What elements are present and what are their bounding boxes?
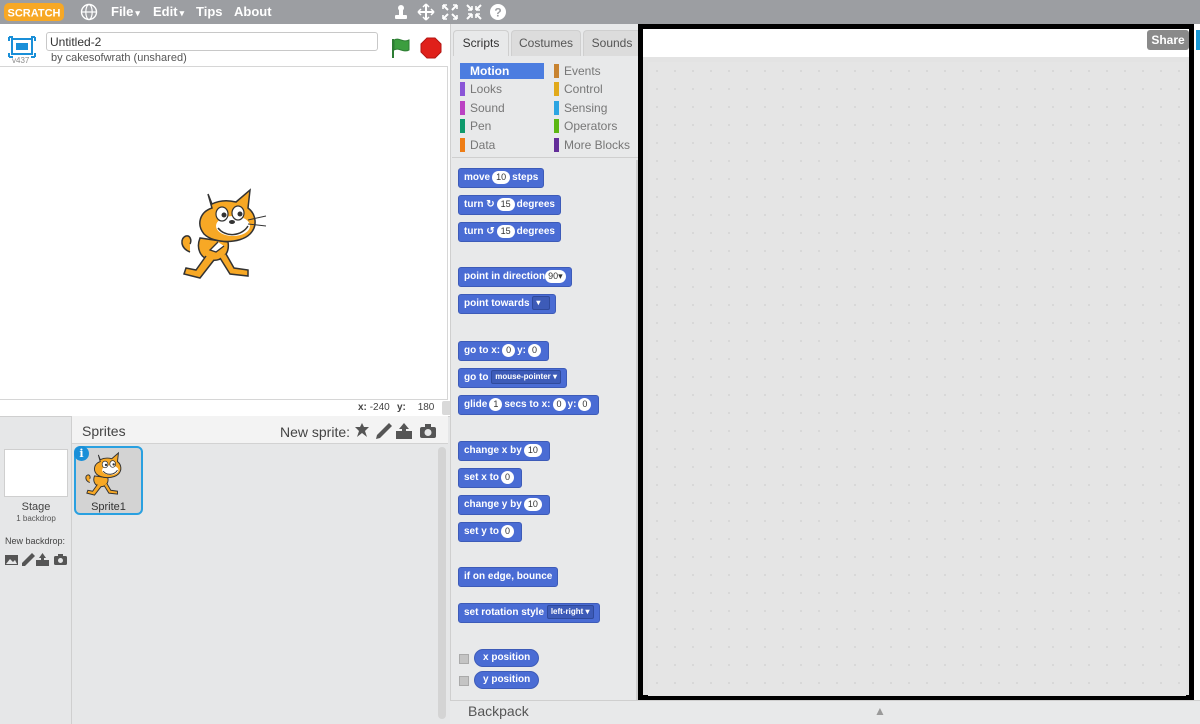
- menu-about[interactable]: About: [234, 4, 272, 20]
- upload-backdrop-icon[interactable]: [35, 552, 50, 567]
- category-looks[interactable]: Looks: [460, 81, 502, 97]
- block-point-towards[interactable]: point towards ▾: [458, 294, 557, 314]
- language-globe-icon[interactable]: [80, 3, 98, 21]
- block-change-y[interactable]: change y by 10: [458, 495, 550, 515]
- project-title-input[interactable]: [46, 32, 378, 51]
- tab-sounds[interactable]: Sounds: [583, 30, 641, 56]
- version-label: v437: [12, 56, 30, 65]
- category-data[interactable]: Data: [460, 137, 495, 153]
- category-events[interactable]: Events: [554, 63, 601, 79]
- camera-backdrop-icon[interactable]: [53, 552, 68, 567]
- reporter-y-position[interactable]: y position: [474, 671, 540, 689]
- block-change-x[interactable]: change x by 10: [458, 441, 550, 461]
- paint-new-sprite-icon[interactable]: [374, 421, 394, 441]
- upload-sprite-icon[interactable]: [394, 421, 414, 441]
- stage-column-header: [0, 417, 72, 444]
- grow-icon[interactable]: [441, 3, 459, 21]
- shrink-icon[interactable]: [465, 3, 483, 21]
- help-icon[interactable]: ?: [489, 3, 507, 21]
- stage-thumbnail[interactable]: [4, 449, 68, 497]
- backdrop-library-icon[interactable]: [4, 552, 19, 567]
- block-point-in-direction[interactable]: point in direction 90▾: [458, 267, 572, 287]
- x-position-checkbox[interactable]: [459, 654, 469, 664]
- sprite1-thumbnail: [84, 450, 128, 498]
- duplicate-stamp-icon[interactable]: [392, 3, 410, 21]
- block-turn-counterclockwise[interactable]: turn ↺ 15 degrees: [458, 222, 561, 242]
- paint-backdrop-icon[interactable]: [21, 552, 36, 567]
- new-sprite-label: New sprite:: [280, 424, 351, 440]
- stage-x-coordinate: x: -240: [358, 402, 390, 413]
- block-set-y[interactable]: set y to 0: [458, 522, 523, 542]
- stage-y-coordinate: y: 180: [397, 402, 435, 413]
- tab-costumes[interactable]: Costumes: [511, 30, 581, 56]
- menu-file[interactable]: File ▾: [111, 4, 140, 21]
- script-canvas[interactable]: [648, 62, 1186, 696]
- script-canvas-toolbar: [643, 29, 1189, 57]
- cut-scissors-icon[interactable]: [417, 3, 435, 21]
- sprite-library-icon[interactable]: [352, 421, 372, 441]
- block-set-x[interactable]: set x to 0: [458, 468, 523, 488]
- block-glide[interactable]: glide 1 secs to x: 0 y: 0: [458, 395, 600, 415]
- new-backdrop-label: New backdrop:: [5, 536, 66, 546]
- category-sensing[interactable]: Sensing: [554, 100, 607, 116]
- stop-sign-icon[interactable]: [420, 37, 442, 59]
- logo-text: SCRATCH: [8, 8, 61, 20]
- sprites-title: Sprites: [82, 423, 126, 439]
- block-move-steps[interactable]: move 10 steps: [458, 168, 545, 188]
- block-go-to-xy[interactable]: go to x: 0 y: 0: [458, 341, 550, 361]
- project-byline: by cakesofwrath (unshared): [51, 52, 187, 64]
- menu-tips[interactable]: Tips: [196, 4, 223, 20]
- sprite-list-scrollbar[interactable]: [438, 447, 446, 719]
- scratch-logo[interactable]: SCRATCH: [4, 2, 64, 22]
- block-if-on-edge-bounce[interactable]: if on edge, bounce: [458, 567, 559, 587]
- svg-text:?: ?: [494, 6, 501, 20]
- share-button[interactable]: Share: [1147, 30, 1189, 50]
- y-position-checkbox[interactable]: [459, 676, 469, 686]
- backpack-label: Backpack: [468, 703, 529, 719]
- category-operators[interactable]: Operators: [554, 118, 617, 134]
- reporter-x-position[interactable]: x position: [474, 649, 540, 667]
- category-control[interactable]: Control: [554, 81, 603, 97]
- category-sound[interactable]: Sound: [460, 100, 505, 116]
- cat-sprite-on-stage[interactable]: [178, 186, 270, 282]
- backdrop-count: 1 backdrop: [16, 514, 56, 523]
- rotate-clockwise-icon: ↻: [486, 199, 495, 210]
- menu-edit[interactable]: Edit ▾: [153, 4, 184, 21]
- fullscreen-toggle-icon[interactable]: [8, 36, 36, 58]
- stage-label: Stage: [21, 501, 51, 513]
- sprite1-name: Sprite1: [91, 501, 126, 513]
- backpack-expand-icon[interactable]: ▲: [874, 704, 886, 718]
- category-motion[interactable]: Motion: [460, 63, 544, 79]
- see-project-page-button-edge[interactable]: [1196, 30, 1200, 50]
- block-turn-clockwise[interactable]: turn ↻ 15 degrees: [458, 195, 561, 215]
- block-go-to[interactable]: go to mouse-pointer ▾: [458, 368, 568, 388]
- category-more-blocks[interactable]: More Blocks: [554, 137, 630, 153]
- backpack-bar[interactable]: [450, 700, 1200, 724]
- category-pen[interactable]: Pen: [460, 118, 491, 134]
- rotate-counterclockwise-icon: ↺: [486, 226, 495, 237]
- tab-scripts[interactable]: Scripts: [453, 30, 509, 56]
- block-set-rotation-style[interactable]: set rotation style left-right ▾: [458, 603, 600, 623]
- camera-sprite-icon[interactable]: [418, 421, 438, 441]
- green-flag-icon[interactable]: [389, 36, 413, 60]
